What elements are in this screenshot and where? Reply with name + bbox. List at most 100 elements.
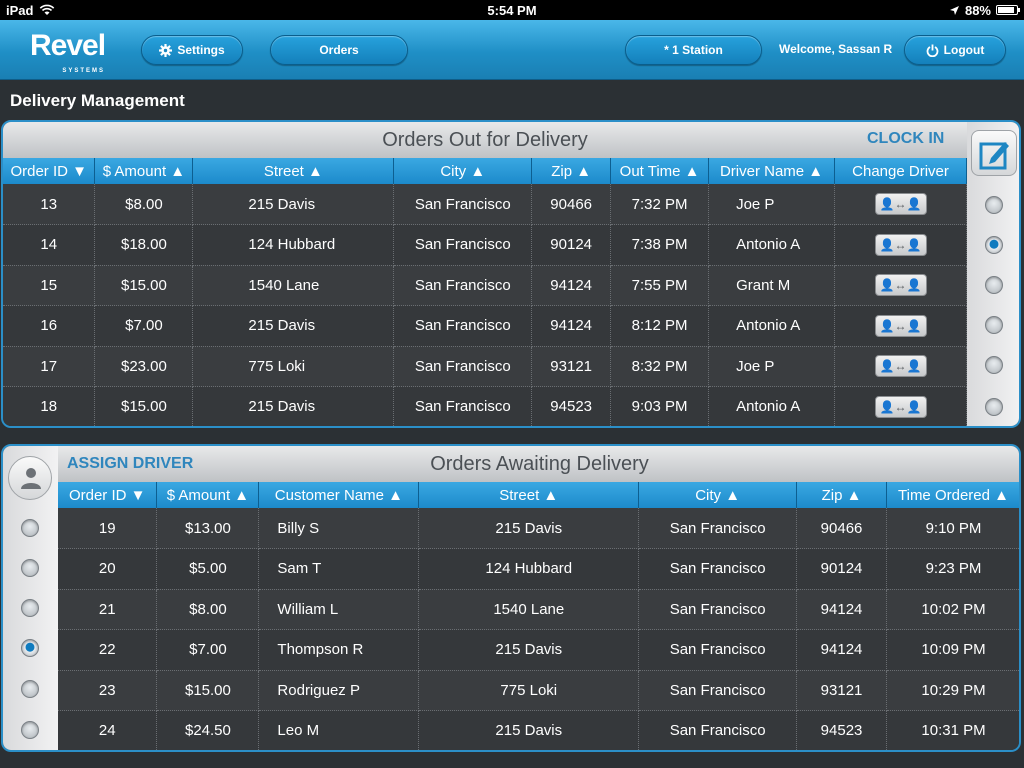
swap-drivers-icon: 👤↔👤 bbox=[879, 278, 922, 293]
clock-in-button[interactable]: CLOCK IN bbox=[867, 130, 944, 148]
change-driver-button[interactable]: 👤↔👤 bbox=[874, 395, 927, 418]
order-amount: $13.00 bbox=[156, 508, 260, 549]
order-city: San Francisco bbox=[393, 305, 533, 347]
col-zip[interactable]: Zip ▲ bbox=[531, 158, 612, 184]
order-street: 215 Davis bbox=[418, 508, 640, 549]
col-customer-name[interactable]: Customer Name ▲ bbox=[258, 482, 420, 508]
col-time-ordered[interactable]: Time Ordered ▲ bbox=[886, 482, 1019, 508]
order-zip: 93121 bbox=[531, 346, 612, 387]
order-city: San Francisco bbox=[393, 346, 533, 387]
table-row[interactable]: 16 $7.00 215 Davis San Francisco 94124 8… bbox=[3, 305, 967, 347]
welcome-text: Welcome, Sassan R bbox=[779, 42, 893, 56]
orders-out-select-column bbox=[967, 122, 1019, 426]
order-out-time: 8:32 PM bbox=[610, 346, 710, 387]
order-zip: 94124 bbox=[531, 305, 612, 347]
select-radio[interactable] bbox=[985, 316, 1003, 334]
col-order-id[interactable]: Order ID ▼ bbox=[3, 158, 96, 184]
power-icon bbox=[926, 44, 939, 57]
driver-avatar-icon bbox=[21, 468, 41, 489]
select-radio[interactable] bbox=[21, 519, 39, 537]
select-radio[interactable] bbox=[21, 559, 39, 577]
col-amount[interactable]: $ Amount ▲ bbox=[94, 158, 194, 184]
select-radio[interactable] bbox=[21, 639, 39, 657]
assign-driver-button[interactable]: ASSIGN DRIVER bbox=[67, 455, 193, 473]
select-radio[interactable] bbox=[985, 276, 1003, 294]
table-row[interactable]: 18 $15.00 215 Davis San Francisco 94523 … bbox=[3, 386, 967, 426]
select-radio[interactable] bbox=[21, 721, 39, 739]
order-city: San Francisco bbox=[393, 265, 533, 306]
col-city[interactable]: City ▲ bbox=[638, 482, 798, 508]
change-driver-button[interactable]: 👤↔👤 bbox=[874, 314, 927, 337]
select-radio[interactable] bbox=[985, 398, 1003, 416]
order-zip: 94523 bbox=[531, 386, 612, 426]
order-out-time: 7:38 PM bbox=[610, 224, 710, 266]
table-row[interactable]: 21 $8.00 William L 1540 Lane San Francis… bbox=[58, 589, 1019, 630]
order-time: 10:31 PM bbox=[886, 710, 1019, 750]
page-title: Delivery Management bbox=[10, 91, 185, 110]
table-row[interactable]: 14 $18.00 124 Hubbard San Francisco 9012… bbox=[3, 224, 967, 266]
order-time: 10:09 PM bbox=[886, 629, 1019, 671]
status-bar: iPad 5:54 PM 88% bbox=[0, 0, 1024, 20]
table-row[interactable]: 22 $7.00 Thompson R 215 Davis San Franci… bbox=[58, 629, 1019, 671]
order-id: 18 bbox=[3, 386, 96, 426]
select-radio[interactable] bbox=[985, 196, 1003, 214]
col-order-id[interactable]: Order ID ▼ bbox=[58, 482, 158, 508]
order-city: San Francisco bbox=[638, 670, 798, 711]
change-driver-button[interactable]: 👤↔👤 bbox=[874, 233, 927, 256]
station-button[interactable]: * 1 Station bbox=[625, 35, 762, 65]
orders-awaiting-select-column bbox=[3, 446, 58, 750]
col-out-time[interactable]: Out Time ▲ bbox=[610, 158, 710, 184]
assign-driver-icon-button[interactable] bbox=[8, 456, 52, 500]
select-radio[interactable] bbox=[21, 680, 39, 698]
swap-drivers-icon: 👤↔👤 bbox=[879, 318, 922, 333]
order-zip: 94124 bbox=[796, 629, 887, 671]
col-street[interactable]: Street ▲ bbox=[418, 482, 640, 508]
driver-name: Grant M bbox=[708, 265, 836, 306]
select-radio[interactable] bbox=[21, 599, 39, 617]
col-driver-name[interactable]: Driver Name ▲ bbox=[708, 158, 836, 184]
order-zip: 93121 bbox=[796, 670, 887, 711]
customer-name: Rodriguez P bbox=[258, 670, 420, 711]
order-city: San Francisco bbox=[393, 224, 533, 266]
table-row[interactable]: 24 $24.50 Leo M 215 Davis San Francisco … bbox=[58, 710, 1019, 750]
table-row[interactable]: 17 $23.00 775 Loki San Francisco 93121 8… bbox=[3, 346, 967, 387]
order-zip: 90124 bbox=[531, 224, 612, 266]
col-city[interactable]: City ▲ bbox=[393, 158, 533, 184]
change-driver-button[interactable]: 👤↔👤 bbox=[874, 355, 927, 378]
battery-icon bbox=[996, 5, 1020, 15]
order-street: 775 Loki bbox=[418, 670, 640, 711]
select-radio[interactable] bbox=[985, 356, 1003, 374]
settings-button[interactable]: Settings bbox=[141, 35, 243, 65]
orders-button[interactable]: Orders bbox=[270, 35, 408, 65]
table-row[interactable]: 13 $8.00 215 Davis San Francisco 90466 7… bbox=[3, 184, 967, 225]
order-street: 775 Loki bbox=[192, 346, 395, 387]
col-amount[interactable]: $ Amount ▲ bbox=[156, 482, 260, 508]
logout-label: Logout bbox=[943, 43, 985, 57]
change-driver-button[interactable]: 👤↔👤 bbox=[874, 274, 927, 297]
logout-button[interactable]: Logout bbox=[904, 35, 1006, 65]
clock-in-icon-button[interactable] bbox=[971, 130, 1017, 176]
driver-name: Joe P bbox=[708, 346, 836, 387]
customer-name: William L bbox=[258, 589, 420, 630]
table-row[interactable]: 19 $13.00 Billy S 215 Davis San Francisc… bbox=[58, 508, 1019, 549]
order-amount: $24.50 bbox=[156, 710, 260, 750]
table-row[interactable]: 23 $15.00 Rodriguez P 775 Loki San Franc… bbox=[58, 670, 1019, 711]
select-radio[interactable] bbox=[985, 236, 1003, 254]
customer-name: Billy S bbox=[258, 508, 420, 549]
order-time: 9:10 PM bbox=[886, 508, 1019, 549]
driver-name: Joe P bbox=[708, 184, 836, 225]
table-row[interactable]: 20 $5.00 Sam T 124 Hubbard San Francisco… bbox=[58, 548, 1019, 590]
order-street: 215 Davis bbox=[192, 184, 395, 225]
orders-awaiting-panel: Orders Awaiting Delivery ASSIGN DRIVER O… bbox=[1, 444, 1021, 752]
order-city: San Francisco bbox=[638, 548, 798, 590]
change-driver-button[interactable]: 👤↔👤 bbox=[874, 193, 927, 215]
order-id: 24 bbox=[58, 710, 158, 750]
order-time: 10:02 PM bbox=[886, 589, 1019, 630]
order-id: 14 bbox=[3, 224, 96, 266]
order-street: 215 Davis bbox=[418, 629, 640, 671]
order-city: San Francisco bbox=[393, 386, 533, 426]
table-row[interactable]: 15 $15.00 1540 Lane San Francisco 94124 … bbox=[3, 265, 967, 306]
col-zip[interactable]: Zip ▲ bbox=[796, 482, 887, 508]
driver-name: Antonio A bbox=[708, 224, 836, 266]
col-street[interactable]: Street ▲ bbox=[192, 158, 395, 184]
